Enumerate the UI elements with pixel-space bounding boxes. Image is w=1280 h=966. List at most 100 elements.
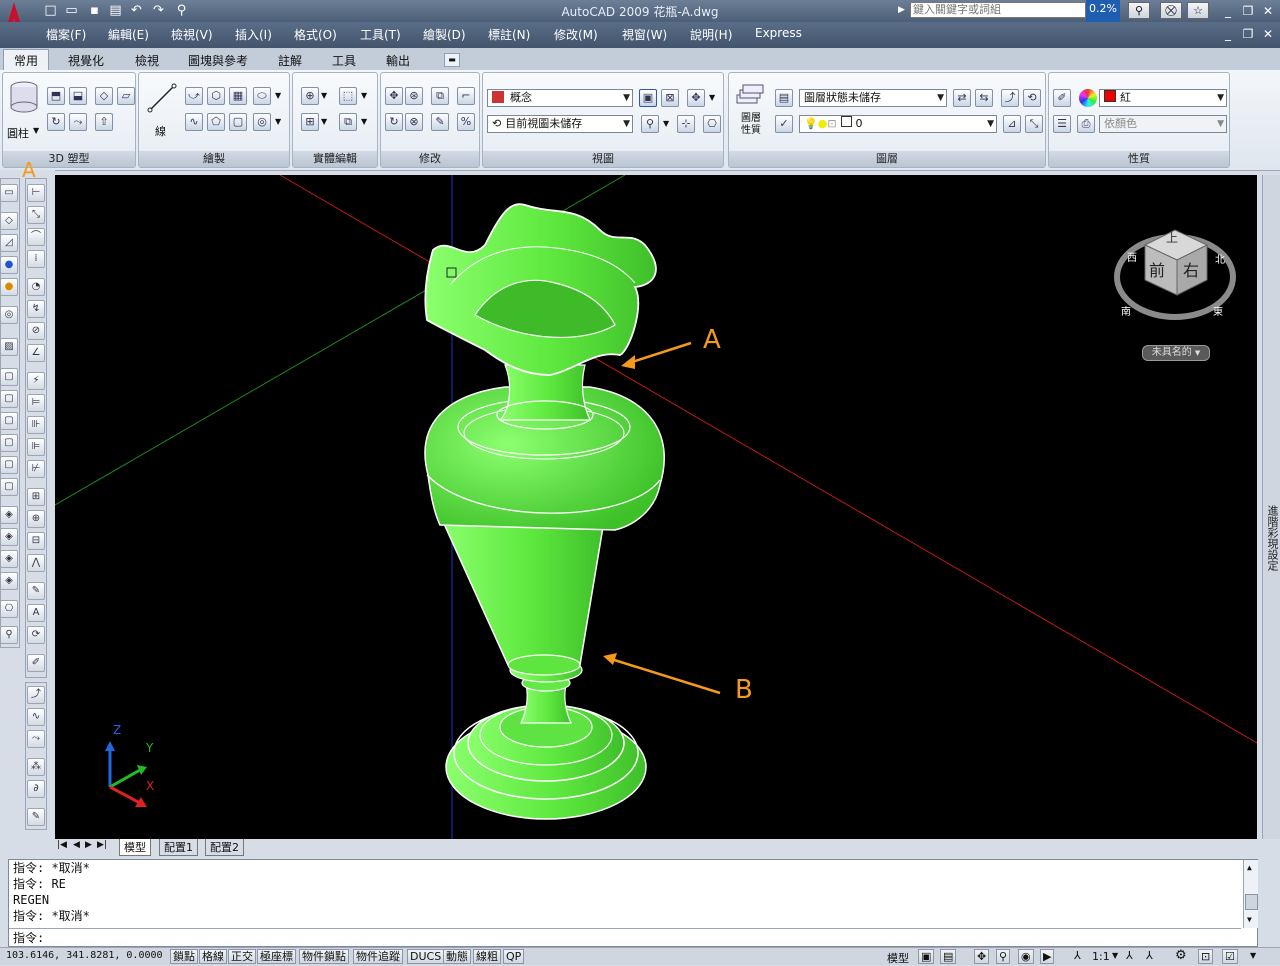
layer-state-icon[interactable]: ▤: [775, 89, 793, 107]
polysolid-icon[interactable]: ◇: [95, 87, 113, 105]
extrude-tool-icon[interactable]: ▢: [0, 368, 18, 386]
torus-tool-icon[interactable]: ◎: [0, 306, 18, 324]
box-tool-icon[interactable]: ◇: [0, 212, 18, 230]
xray-icon[interactable]: ⊠: [661, 89, 679, 107]
search-arrow-icon[interactable]: ▶: [893, 2, 910, 19]
layer-unisolate-icon[interactable]: ⇆: [975, 89, 993, 107]
baseline-dim-icon[interactable]: ⊨: [27, 394, 45, 412]
cylinder-dropdown-icon[interactable]: ▼: [33, 126, 39, 135]
line-icon[interactable]: [147, 83, 177, 113]
rectangle-icon[interactable]: ▢: [229, 113, 247, 131]
stretch-icon[interactable]: ⌐: [457, 87, 475, 105]
arc-length-icon[interactable]: ⌒: [27, 228, 45, 246]
doc-restore-icon[interactable]: ❐: [1238, 26, 1258, 42]
revolve-icon[interactable]: ↻: [47, 113, 65, 131]
linear-dim-icon[interactable]: ⊢: [27, 184, 45, 202]
polygon-icon[interactable]: ⬡: [207, 87, 225, 105]
quick-dim-icon[interactable]: ⚡: [27, 372, 45, 390]
tab-home[interactable]: 常用: [14, 52, 38, 69]
panel-layers-title[interactable]: 圖層: [729, 151, 1045, 167]
tab-tools[interactable]: 工具: [332, 52, 356, 69]
scroll-thumb[interactable]: [1245, 894, 1258, 910]
menu-draw[interactable]: 繪製(D): [423, 26, 466, 43]
tab-output[interactable]: 輸出: [386, 52, 410, 69]
ucs-menu-button[interactable]: 未具名的 ▼: [1142, 345, 1210, 361]
sweep-icon[interactable]: ⤳: [69, 113, 87, 131]
color-wheel-icon[interactable]: [1079, 89, 1097, 107]
linetype-icon[interactable]: ⎙: [1077, 115, 1095, 133]
restore-icon[interactable]: ❐: [1238, 3, 1258, 19]
search-input[interactable]: [910, 2, 1086, 18]
visual-style-select[interactable]: 概念 ▼: [487, 89, 633, 107]
menu-view[interactable]: 檢視(V): [171, 26, 213, 43]
jogged-linear-icon[interactable]: ⋀: [27, 554, 45, 572]
panel-solid-editing-title[interactable]: 實體編輯: [293, 151, 377, 167]
toggle-polar[interactable]: 極座標: [257, 949, 296, 964]
tab-view[interactable]: 檢視: [135, 52, 159, 69]
move-icon[interactable]: ✥: [385, 87, 403, 105]
make-current-icon[interactable]: ✓: [775, 115, 793, 133]
minimize-icon[interactable]: _: [1218, 3, 1238, 19]
sphere-tool-icon[interactable]: ●: [0, 256, 18, 274]
menu-tools[interactable]: 工具(T): [360, 26, 401, 43]
clean-screen-icon[interactable]: ☑: [1222, 949, 1238, 964]
continue-dim-icon[interactable]: ⊪: [27, 416, 45, 434]
rotate-icon[interactable]: ↻: [385, 113, 403, 131]
box-icon[interactable]: ▱: [117, 87, 135, 105]
extrude-faces-icon[interactable]: ⬚: [339, 87, 357, 105]
save-icon[interactable]: ▪: [86, 2, 103, 19]
presspull-icon[interactable]: ⬓: [69, 87, 87, 105]
loft-icon[interactable]: ⇧: [95, 113, 113, 131]
last-layout-icon[interactable]: ▶|: [97, 840, 107, 850]
favorites-button[interactable]: ☆: [1187, 2, 1209, 19]
tolerance-icon[interactable]: ⊞: [27, 488, 45, 506]
menu-modify[interactable]: 修改(M): [554, 26, 598, 43]
edit-spline-icon[interactable]: ∿: [27, 708, 45, 726]
toggle-grid[interactable]: 格線: [199, 949, 227, 964]
annotation-visibility-icon[interactable]: ⅄: [1126, 949, 1133, 962]
annotation-scale-value[interactable]: 1:1: [1092, 950, 1110, 963]
pan-icon[interactable]: ✥: [687, 89, 705, 107]
cylinder-label[interactable]: 圓柱: [7, 125, 29, 141]
extrude-faces-dropdown-icon[interactable]: ▼: [361, 91, 367, 100]
viewcube-front-label[interactable]: 前: [1149, 257, 1165, 281]
menu-file[interactable]: 檔案(F): [46, 26, 86, 43]
subtract-tool-icon[interactable]: ◈: [0, 528, 18, 546]
coordinates-readout[interactable]: 103.6146, 341.8281, 0.0000: [6, 950, 163, 961]
edit-array-icon[interactable]: ⁂: [27, 758, 45, 776]
toggle-ortho[interactable]: 正交: [228, 949, 256, 964]
panel-properties-title[interactable]: 性質: [1049, 151, 1229, 167]
separate-dropdown-icon[interactable]: ▼: [321, 117, 327, 126]
dim-text-edit-icon[interactable]: A: [27, 604, 45, 622]
camera-tool-icon[interactable]: ⎔: [0, 600, 18, 618]
menu-help[interactable]: 說明(H): [690, 26, 732, 43]
viewcube-right-label[interactable]: 右: [1183, 257, 1199, 281]
command-window[interactable]: 指令: *取消* 指令: RE REGEN 指令: *取消* 指令: ▲ ▼: [8, 859, 1258, 947]
helix-tool-icon[interactable]: ▢: [0, 478, 18, 496]
separate-icon[interactable]: ⊞: [301, 113, 319, 131]
inspection-icon[interactable]: ⊟: [27, 532, 45, 550]
layer-isolate-icon[interactable]: ⇄: [953, 89, 971, 107]
menu-window[interactable]: 視窗(W): [622, 26, 667, 43]
intersect-tool-icon[interactable]: ◈: [0, 550, 18, 568]
prev-layout-icon[interactable]: ◀: [73, 840, 80, 850]
drawing-viewport[interactable]: A B Z Y X 上 前 右 北 西 東 南 未具名的 ▼: [55, 175, 1257, 839]
layer-properties-label[interactable]: 圖層 性質: [737, 113, 765, 137]
layout-icon[interactable]: ▤: [940, 949, 957, 964]
advanced-render-settings-tab[interactable]: 進階彩現設定: [1264, 505, 1280, 571]
layer-previous-icon[interactable]: ⟲: [1023, 89, 1041, 107]
zoom-icon[interactable]: ⚲: [173, 2, 190, 19]
layer-off-icon[interactable]: ⤡: [1025, 115, 1043, 133]
radius-dim-icon[interactable]: ◔: [27, 278, 45, 296]
slice-tool-icon[interactable]: ◈: [0, 572, 18, 590]
toggle-qp[interactable]: QP: [503, 949, 525, 964]
presspull-tool-icon[interactable]: ▢: [0, 390, 18, 408]
layer-properties-icon[interactable]: [735, 81, 765, 107]
color-select[interactable]: 紅 ▼: [1099, 89, 1227, 107]
sweep-tool-icon[interactable]: ▢: [0, 412, 18, 430]
dim-update-icon[interactable]: ⟳: [27, 626, 45, 644]
pentagon-icon[interactable]: ⬠: [207, 113, 225, 131]
toggle-dyn[interactable]: 動態: [443, 949, 471, 964]
viewcube-west-label[interactable]: 西: [1127, 249, 1137, 264]
lock-icon[interactable]: ⊡: [1198, 949, 1214, 964]
